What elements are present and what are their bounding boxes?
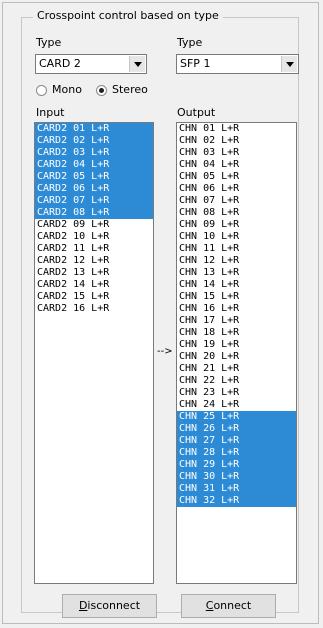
input-list-label: Input [36,106,65,119]
list-item[interactable]: CHN 04 L+R [177,159,296,171]
disconnect-button[interactable]: Disconnect [62,594,157,618]
list-item[interactable]: CARD2 01 L+R [35,123,153,135]
list-item[interactable]: CHN 13 L+R [177,267,296,279]
chevron-down-icon[interactable] [129,56,145,72]
input-listbox[interactable]: CARD2 01 L+R CARD2 02 L+R CARD2 03 L+R CARD… [34,122,154,584]
list-item[interactable]: CARD2 16 L+R [35,303,153,315]
output-type-select[interactable]: SFP 1 [176,54,299,74]
list-item[interactable]: CHN 02 L+R [177,135,296,147]
stereo-label: Stereo [112,83,148,96]
list-item[interactable]: CARD2 06 L+R [35,183,153,195]
list-item[interactable]: CARD2 14 L+R [35,279,153,291]
list-item[interactable]: CARD2 08 L+R [35,207,153,219]
connect-button[interactable]: Connect [181,594,276,618]
input-type-value: CARD 2 [39,57,81,70]
list-item[interactable]: CHN 22 L+R [177,375,296,387]
stereo-radio[interactable] [96,85,107,96]
list-item[interactable]: CHN 21 L+R [177,363,296,375]
list-item[interactable]: CARD2 15 L+R [35,291,153,303]
list-item[interactable]: CHN 26 L+R [177,423,296,435]
output-type-value: SFP 1 [180,57,211,70]
list-item[interactable]: CHN 19 L+R [177,339,296,351]
list-item[interactable]: CHN 16 L+R [177,303,296,315]
list-item[interactable]: CHN 05 L+R [177,171,296,183]
list-item[interactable]: CHN 20 L+R [177,351,296,363]
mono-radio[interactable] [36,85,47,96]
left-type-label: Type [36,36,62,49]
list-item[interactable]: CARD2 07 L+R [35,195,153,207]
list-item[interactable]: CHN 28 L+R [177,447,296,459]
list-item[interactable]: CARD2 03 L+R [35,147,153,159]
right-type-label: Type [177,36,203,49]
list-item[interactable]: CHN 30 L+R [177,471,296,483]
mono-label: Mono [52,83,82,96]
route-arrow: --> [157,346,173,357]
list-item[interactable]: CHN 03 L+R [177,147,296,159]
list-item[interactable]: CHN 18 L+R [177,327,296,339]
list-item[interactable]: CHN 31 L+R [177,483,296,495]
list-item[interactable]: CHN 24 L+R [177,399,296,411]
list-item[interactable]: CHN 08 L+R [177,207,296,219]
input-type-select[interactable]: CARD 2 [35,54,147,74]
list-item[interactable]: CARD2 04 L+R [35,159,153,171]
list-item[interactable]: CARD2 13 L+R [35,267,153,279]
output-listbox[interactable]: CHN 01 L+R CHN 02 L+R CHN 03 L+R CHN 04 L+R… [176,122,297,584]
chevron-down-icon[interactable] [281,56,297,72]
list-item[interactable]: CHN 15 L+R [177,291,296,303]
list-item[interactable]: CHN 27 L+R [177,435,296,447]
list-item[interactable]: CHN 29 L+R [177,459,296,471]
list-item[interactable]: CHN 17 L+R [177,315,296,327]
list-item[interactable]: CHN 10 L+R [177,231,296,243]
list-item[interactable]: CHN 25 L+R [177,411,296,423]
group-title: Crosspoint control based on type [33,9,223,23]
list-item[interactable]: CARD2 11 L+R [35,243,153,255]
list-item[interactable]: CHN 32 L+R [177,495,296,507]
list-item[interactable]: CHN 07 L+R [177,195,296,207]
list-item[interactable]: CHN 11 L+R [177,243,296,255]
list-item[interactable]: CHN 09 L+R [177,219,296,231]
list-item[interactable]: CARD2 12 L+R [35,255,153,267]
list-item[interactable]: CHN 23 L+R [177,387,296,399]
list-item[interactable]: CARD2 05 L+R [35,171,153,183]
list-item[interactable]: CHN 12 L+R [177,255,296,267]
list-item[interactable]: CHN 14 L+R [177,279,296,291]
output-list-label: Output [177,106,216,119]
list-item[interactable]: CHN 01 L+R [177,123,296,135]
list-item[interactable]: CARD2 09 L+R [35,219,153,231]
list-item[interactable]: CARD2 10 L+R [35,231,153,243]
list-item[interactable]: CHN 06 L+R [177,183,296,195]
list-item[interactable]: CARD2 02 L+R [35,135,153,147]
